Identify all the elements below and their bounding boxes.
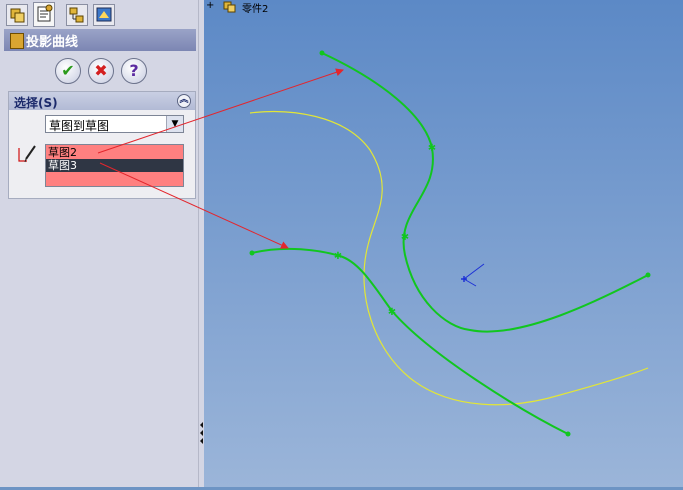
triad-icon	[461, 263, 485, 287]
spline-point-marker[interactable]: ✱	[334, 251, 342, 262]
endpoint-marker[interactable]	[249, 250, 255, 256]
endpoint-marker[interactable]	[319, 50, 325, 56]
callout-arrow-sketch3	[99, 162, 289, 249]
spline-point-marker[interactable]: ✱	[388, 307, 396, 318]
green-sketch3-curve[interactable]	[251, 247, 569, 435]
sketch-viewport: ✱ ✱ ✱ ✱	[97, 50, 651, 437]
callout-arrow-sketch2	[97, 68, 344, 154]
green-sketch2-curve[interactable]	[321, 52, 649, 333]
endpoint-marker[interactable]	[565, 431, 571, 437]
spline-point-marker[interactable]: ✱	[428, 143, 436, 154]
endpoint-marker[interactable]	[645, 272, 651, 278]
spline-point-marker[interactable]: ✱	[401, 232, 409, 243]
